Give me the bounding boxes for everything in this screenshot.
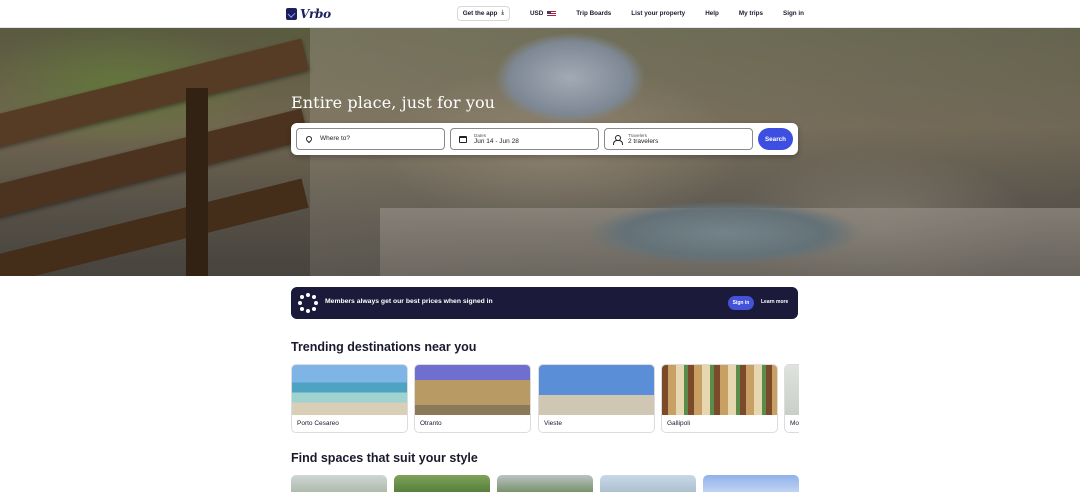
get-the-app-label: Get the app: [462, 10, 498, 17]
list-your-property-link[interactable]: List your property: [631, 10, 685, 17]
help-link[interactable]: Help: [705, 10, 719, 17]
dates-value: Jun 14 - Jun 28: [474, 137, 519, 145]
destination-image: [292, 365, 407, 415]
members-banner-text: Members always get our best prices when …: [325, 298, 493, 305]
destination-field[interactable]: Where to?: [296, 128, 445, 150]
vrbo-logo-icon: [286, 8, 297, 20]
destination-image: [662, 365, 777, 415]
destination-name: Otranto: [420, 420, 442, 427]
destination-card[interactable]: Mo: [784, 364, 799, 433]
header-nav: Get the app ⤓ USD Trip Boards List your …: [456, 6, 804, 21]
location-pin-icon: [304, 134, 314, 144]
members-badge-icon: [298, 293, 318, 313]
person-icon: [613, 134, 623, 145]
currency-label: USD: [530, 10, 544, 17]
hero-title: Entire place, just for you: [291, 93, 496, 112]
style-card[interactable]: [291, 475, 387, 492]
destination-image: [415, 365, 530, 415]
search-button[interactable]: Search: [758, 128, 793, 150]
calendar-icon: [459, 135, 467, 143]
dates-field[interactable]: Dates Jun 14 - Jun 28: [450, 128, 599, 150]
travelers-field[interactable]: Travelers 2 travelers: [604, 128, 753, 150]
destination-card[interactable]: Otranto: [414, 364, 531, 433]
style-card[interactable]: [394, 475, 490, 492]
my-trips-link[interactable]: My trips: [739, 10, 763, 17]
destination-image: [785, 365, 799, 415]
banner-sign-in-button[interactable]: Sign in: [728, 296, 754, 310]
vrbo-logo[interactable]: Vrbo: [286, 6, 331, 22]
style-card[interactable]: [703, 475, 799, 492]
destination-card[interactable]: Vieste: [538, 364, 655, 433]
trending-section-title: Trending destinations near you: [291, 340, 477, 354]
destination-card[interactable]: Gallipoli: [661, 364, 778, 433]
top-header: Vrbo Get the app ⤓ USD Trip Boards List …: [0, 0, 1080, 28]
style-card[interactable]: [497, 475, 593, 492]
us-flag-icon: [547, 10, 557, 17]
members-banner: Members always get our best prices when …: [291, 287, 798, 319]
destination-name: Vieste: [544, 420, 562, 427]
get-the-app-button[interactable]: Get the app ⤓: [456, 6, 510, 21]
trip-boards-link[interactable]: Trip Boards: [576, 10, 611, 17]
destination-name: Mo: [790, 420, 799, 427]
trending-carousel: Porto Cesareo Otranto Vieste Gallipoli M…: [291, 364, 799, 434]
destination-name: Porto Cesareo: [297, 420, 339, 427]
style-section-title: Find spaces that suit your style: [291, 451, 478, 465]
logo-text: Vrbo: [300, 7, 331, 21]
destination-card[interactable]: Porto Cesareo: [291, 364, 408, 433]
download-icon: ⤓: [501, 10, 504, 16]
search-bar: Where to? Dates Jun 14 - Jun 28 Traveler…: [291, 123, 798, 155]
style-carousel: [291, 475, 799, 492]
destination-name: Gallipoli: [667, 420, 691, 427]
travelers-value: 2 travelers: [628, 137, 659, 145]
learn-more-link[interactable]: Learn more: [761, 299, 788, 305]
destination-placeholder: Where to?: [320, 135, 350, 142]
currency-selector[interactable]: USD: [530, 10, 557, 17]
sign-in-link[interactable]: Sign in: [783, 10, 804, 17]
destination-image: [539, 365, 654, 415]
style-card[interactable]: [600, 475, 696, 492]
